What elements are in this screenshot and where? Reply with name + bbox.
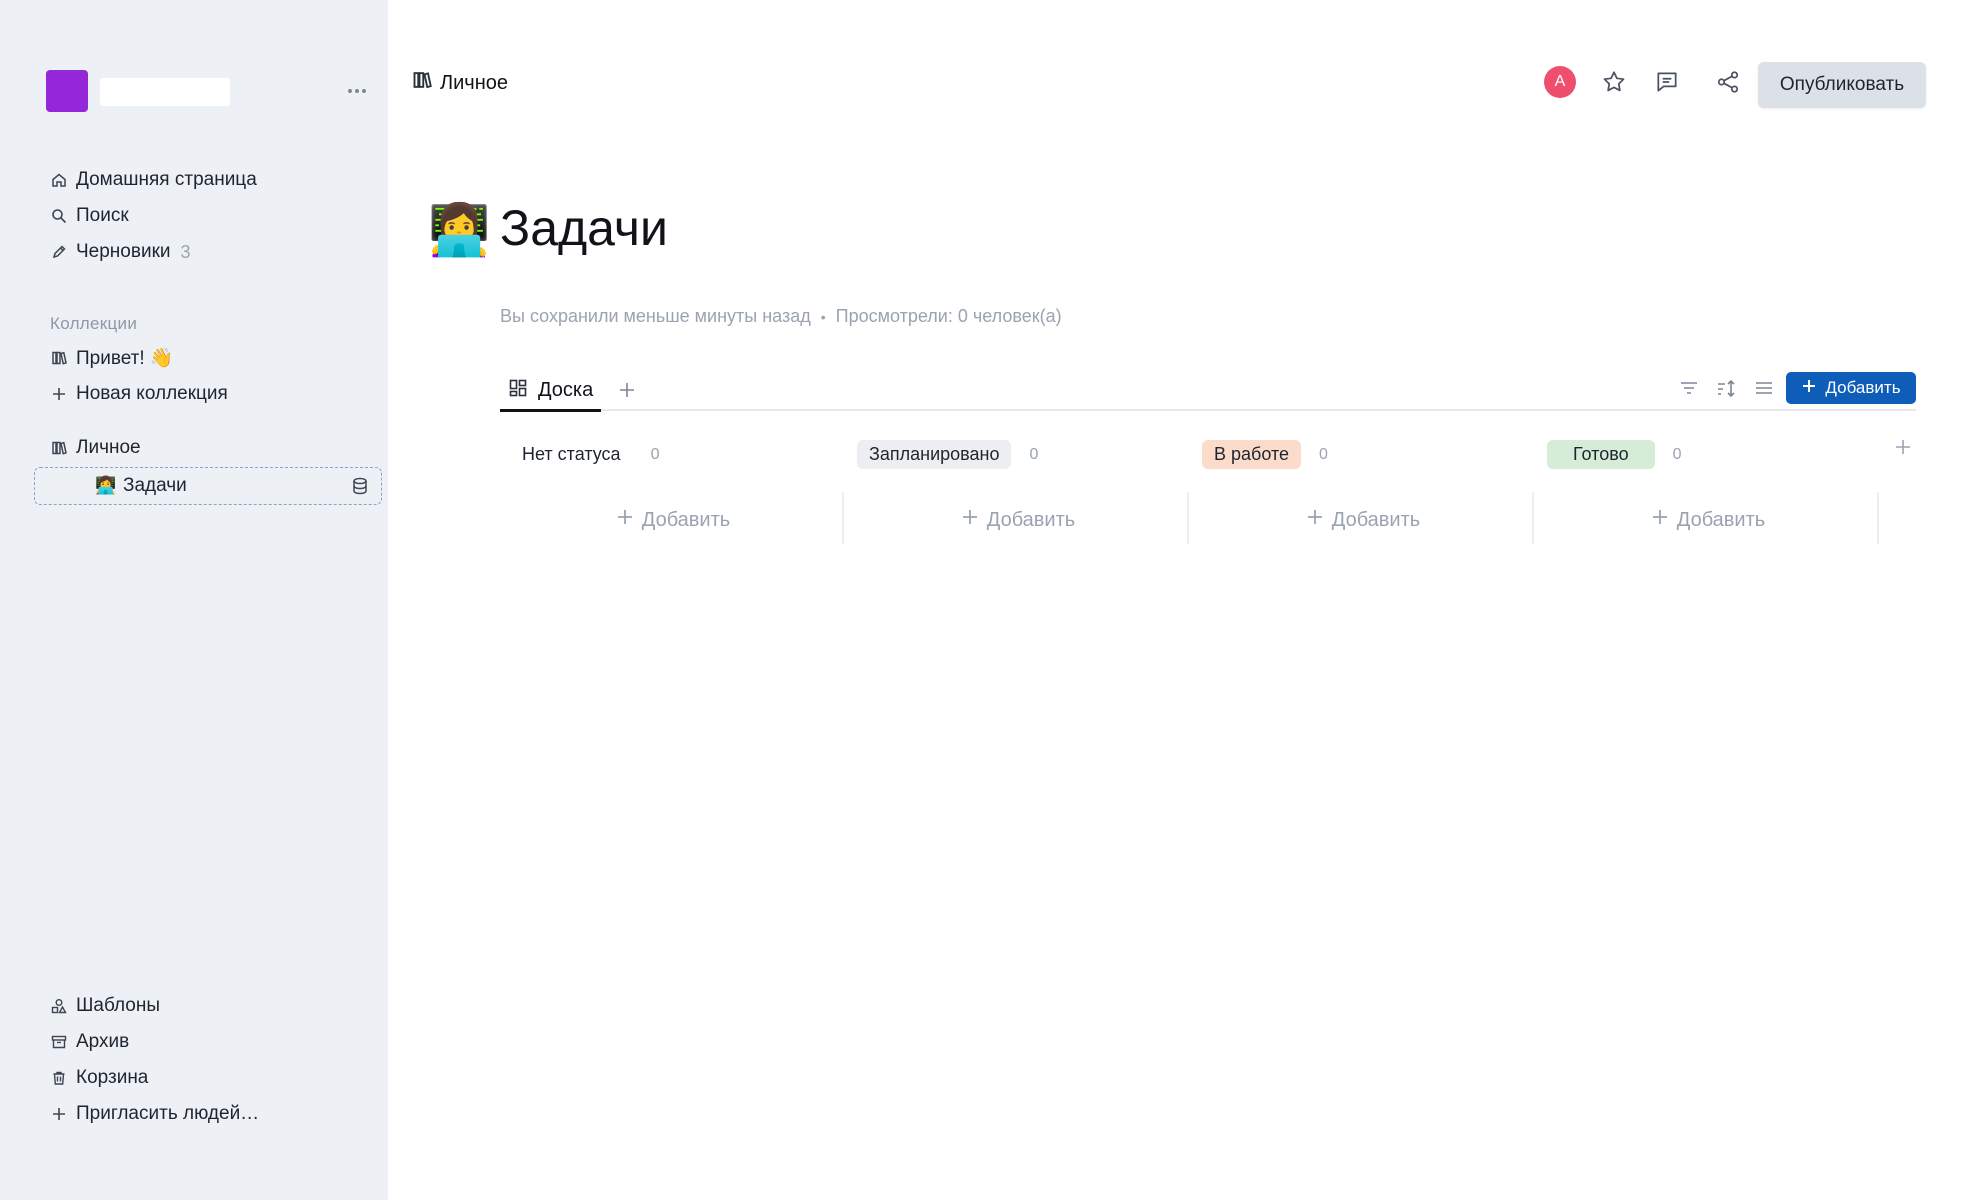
plus-icon [50,1105,68,1123]
sort-icon[interactable] [1713,375,1739,401]
tab-board[interactable]: Доска [500,372,602,412]
viewed-status[interactable]: Просмотрели: 0 человек(а) [836,306,1062,327]
sidebar-item-label: Шаблоны [76,995,161,1016]
publish-button[interactable]: Опубликовать [1758,62,1926,108]
share-icon[interactable] [1715,69,1741,95]
sidebar-item-invite[interactable]: Пригласить людей… [50,1100,259,1128]
column-header-done[interactable]: Готово 0 [1547,440,1682,469]
books-icon [412,70,432,96]
page-meta: Вы сохранили меньше минуты назад • Просм… [500,306,1062,327]
pencil-icon [50,243,68,261]
trash-icon [50,1069,68,1087]
column-divider [1877,492,1879,544]
star-icon[interactable] [1601,69,1627,95]
add-view-icon[interactable] [614,377,640,403]
database-icon [351,477,369,495]
plus-icon [1801,378,1817,399]
archive-icon [50,1033,68,1051]
column-divider [1532,492,1534,544]
comment-icon[interactable] [1654,69,1680,95]
add-button[interactable]: Добавить [1786,372,1916,404]
team-name[interactable] [100,78,230,106]
sidebar-item-home[interactable]: Домашняя страница [50,166,257,194]
sidebar-item-trash[interactable]: Корзина [50,1064,148,1092]
doc-emoji: 👩‍💻 [95,476,117,495]
column-header-planned[interactable]: Запланировано 0 [857,440,1038,469]
column-divider [1187,492,1189,544]
tabs-divider [500,409,1916,411]
avatar[interactable]: A [1544,66,1576,98]
status-badge: Нет статуса [522,444,621,464]
breadcrumb[interactable]: Личное [412,70,508,96]
sidebar-item-label: Корзина [76,1067,149,1088]
column-count: 0 [1319,445,1328,463]
breadcrumb-label: Личное [440,71,509,94]
status-badge: Готово [1547,440,1655,469]
menu-icon[interactable] [1751,375,1777,401]
sidebar-item-drafts[interactable]: Черновики 3 [50,238,191,266]
column-header-no-status[interactable]: Нет статуса 0 [522,440,659,469]
column-count: 0 [1029,445,1039,463]
column-add-label: Добавить [986,508,1076,531]
search-icon [50,207,68,225]
sidebar-item-label: Пригласить людей… [76,1103,260,1124]
team-logo[interactable] [46,70,88,112]
filter-icon[interactable] [1676,375,1702,401]
collections-heading: Коллекции [50,314,138,333]
plus-icon [616,508,634,532]
shapes-icon [50,997,68,1015]
sidebar-item-search[interactable]: Поиск [50,202,129,230]
plus-icon [50,385,68,403]
add-column-icon[interactable] [1890,434,1916,460]
status-badge: Запланировано [857,440,1012,469]
sidebar-item-label: Черновики [76,241,171,262]
sidebar-item-new-collection[interactable]: Новая коллекция [50,380,228,408]
column-add-button[interactable]: Добавить [1190,490,1536,550]
page-emoji[interactable]: 👩‍💻 [428,200,490,260]
sidebar-item-templates[interactable]: Шаблоны [50,992,160,1020]
sidebar-item-archive[interactable]: Архив [50,1028,129,1056]
column-divider [842,492,844,544]
sidebar-item-label: Поиск [76,205,129,226]
column-count: 0 [650,445,660,463]
books-icon [50,439,68,457]
more-options-icon[interactable] [344,78,370,104]
status-badge: В работе [1202,440,1302,469]
column-header-in-progress[interactable]: В работе 0 [1202,440,1328,469]
drafts-count: 3 [180,241,191,262]
sidebar-item-label: Личное [76,437,141,458]
sidebar-item-label: Задачи [123,475,187,496]
column-add-button[interactable]: Добавить [845,490,1191,550]
column-add-button[interactable]: Добавить [500,490,846,550]
saved-status: Вы сохранили меньше минуты назад [500,306,811,326]
books-icon [50,349,68,367]
sidebar-item-personal[interactable]: Личное [50,434,141,462]
home-icon [50,171,68,189]
tab-label: Доска [538,379,594,401]
sidebar-item-label: Новая коллекция [76,383,228,404]
column-add-label: Добавить [1676,508,1766,531]
board-icon [508,378,528,404]
column-add-button[interactable]: Добавить [1535,490,1881,550]
add-button-label: Добавить [1825,378,1901,397]
plus-icon [1651,508,1669,532]
column-add-label: Добавить [641,508,731,531]
plus-icon [961,508,979,532]
sidebar-item-label: Привет! 👋 [76,348,174,369]
column-add-label: Добавить [1331,508,1421,531]
sidebar-item-tasks[interactable]: 👩‍💻 Задачи [34,467,382,505]
plus-icon [1306,508,1324,532]
sidebar-item-collection-hello[interactable]: Привет! 👋 [50,344,174,372]
page-title[interactable]: Задачи [500,198,668,258]
column-count: 0 [1672,445,1682,463]
sidebar-item-label: Домашняя страница [76,169,257,190]
meta-separator: • [820,308,826,325]
sidebar-item-label: Архив [76,1031,130,1052]
